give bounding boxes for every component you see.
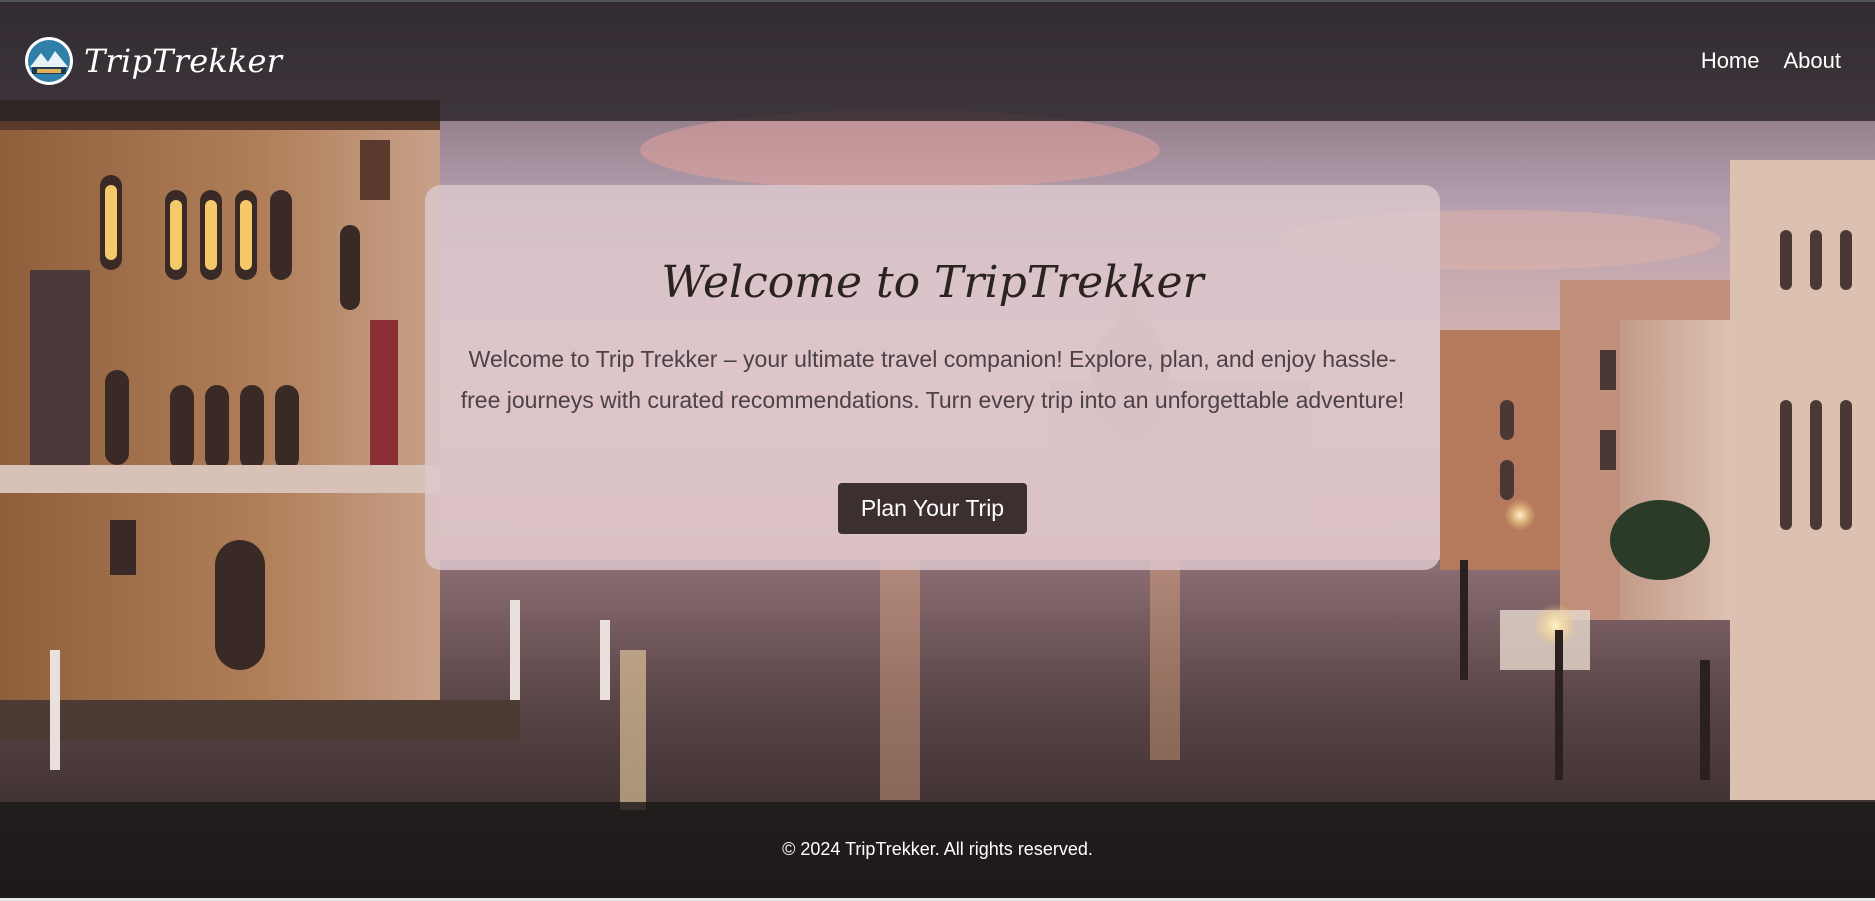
brand-link[interactable]: TripTrekker (24, 36, 282, 86)
triptrekker-logo-icon (25, 37, 73, 85)
nav-link-about[interactable]: About (1784, 48, 1842, 74)
hero-title: Welcome to TripTrekker (661, 257, 1204, 308)
hero-description: Welcome to Trip Trekker – your ultimate … (460, 346, 1405, 413)
main-nav: Home About (1701, 48, 1841, 74)
footer-copyright: © 2024 TripTrekker. All rights reserved. (782, 839, 1093, 859)
site-footer: © 2024 TripTrekker. All rights reserved. (0, 802, 1875, 901)
hero-card: Welcome to TripTrekker Welcome to Trip T… (425, 185, 1440, 570)
site-header: TripTrekker Home About (0, 0, 1875, 121)
brand-name: TripTrekker (84, 42, 283, 80)
nav-link-home[interactable]: Home (1701, 48, 1760, 74)
plan-your-trip-button[interactable]: Plan Your Trip (838, 483, 1027, 534)
page: TripTrekker Home About Welcome to TripTr… (0, 0, 1875, 901)
